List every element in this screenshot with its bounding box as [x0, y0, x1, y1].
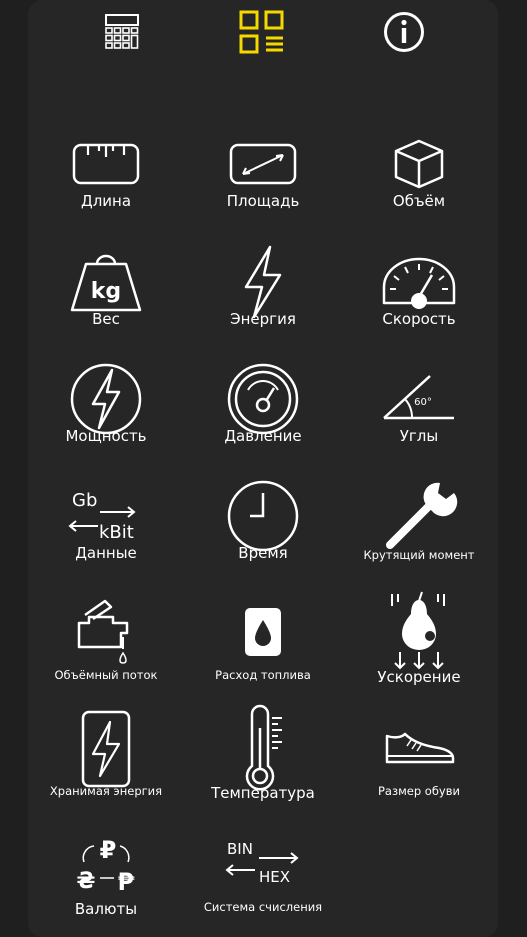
- category-label: Данные: [75, 544, 137, 562]
- svg-text:BIN: BIN: [227, 840, 253, 858]
- calculator-button[interactable]: [94, 8, 150, 56]
- area-icon: [229, 143, 297, 185]
- category-label: Система счисления: [203, 900, 323, 914]
- category-label: Энергия: [230, 310, 296, 328]
- category-torque[interactable]: Крутящий момент: [341, 472, 497, 588]
- speedometer-icon: [382, 257, 456, 309]
- category-label: Температура: [211, 784, 315, 802]
- thermometer-icon: [245, 704, 282, 791]
- svg-text:₴: ₴: [77, 869, 96, 894]
- category-label: Длина: [80, 192, 132, 210]
- numeral-system-icon: BIN HEX: [225, 840, 299, 886]
- svg-text:HEX: HEX: [259, 868, 290, 886]
- category-speed[interactable]: Скорость: [341, 238, 497, 354]
- currency-exchange-icon: ₽ ₴ ₱: [77, 836, 135, 896]
- grid-view-button[interactable]: [234, 8, 290, 56]
- clock-icon: [227, 480, 299, 552]
- category-energy[interactable]: Энергия: [185, 238, 341, 354]
- category-angles[interactable]: 60° Углы: [341, 355, 497, 471]
- category-weight[interactable]: kg Вес: [28, 238, 184, 354]
- category-label: Мощность: [65, 427, 147, 445]
- svg-text:₽: ₽: [100, 836, 117, 864]
- category-power[interactable]: Мощность: [28, 355, 184, 471]
- svg-text:kg: kg: [91, 279, 121, 304]
- info-icon: [384, 12, 424, 52]
- svg-text:Gb: Gb: [72, 490, 97, 511]
- category-label: Расход топлива: [215, 668, 311, 682]
- pressure-gauge-icon: [227, 363, 299, 435]
- svg-text:kBit: kBit: [99, 522, 134, 543]
- category-label: Ускорение: [377, 668, 461, 686]
- falling-pear-icon: [391, 591, 445, 670]
- weight-kg-icon: kg: [70, 254, 142, 312]
- battery-icon: [81, 710, 131, 788]
- category-pressure[interactable]: Давление: [185, 355, 341, 471]
- category-fuel-consumption[interactable]: Расход топлива: [185, 588, 341, 704]
- fuel-drop-icon: [245, 608, 281, 656]
- category-data[interactable]: Gb kBit Данные: [28, 472, 184, 588]
- category-label: Площадь: [226, 192, 300, 210]
- category-label: Скорость: [382, 310, 456, 328]
- category-label: Хранимая энергия: [49, 784, 163, 798]
- category-label: Время: [238, 544, 288, 562]
- top-toolbar: [0, 0, 527, 70]
- category-shoe-size[interactable]: Размер обуви: [341, 704, 497, 820]
- info-button[interactable]: [376, 8, 432, 56]
- category-label: Объёмный поток: [54, 668, 158, 682]
- faucet-icon: [77, 599, 129, 664]
- power-circle-icon: [70, 363, 142, 435]
- category-acceleration[interactable]: Ускорение: [341, 588, 497, 704]
- category-length[interactable]: Длина: [28, 120, 184, 236]
- category-label: Давление: [224, 427, 302, 445]
- category-label: Крутящий момент: [363, 548, 475, 562]
- angle-icon: 60°: [383, 375, 454, 420]
- svg-text:60°: 60°: [414, 397, 432, 408]
- category-temperature[interactable]: Температура: [185, 704, 341, 820]
- category-time[interactable]: Время: [185, 472, 341, 588]
- svg-text:₱: ₱: [118, 868, 135, 896]
- category-label: Размер обуви: [378, 784, 460, 798]
- ruler-icon: [72, 143, 140, 185]
- category-label: Вес: [92, 310, 120, 328]
- calculator-icon: [105, 14, 139, 49]
- category-numeral-system[interactable]: BIN HEX Система счисления: [185, 820, 341, 936]
- category-volume[interactable]: Объём: [341, 120, 497, 236]
- category-volume-flow[interactable]: Объёмный поток: [28, 588, 184, 704]
- category-label: Объём: [392, 192, 446, 210]
- category-stored-energy[interactable]: Хранимая энергия: [28, 704, 184, 820]
- cube-icon: [394, 139, 444, 189]
- category-label: Углы: [399, 427, 439, 445]
- lightning-icon: [244, 245, 282, 319]
- category-label: Валюты: [74, 900, 138, 918]
- wrench-icon: [386, 482, 458, 549]
- category-currencies[interactable]: ₽ ₴ ₱ Валюты: [28, 820, 184, 936]
- grid-list-icon: [239, 10, 284, 54]
- data-units-icon: Gb kBit: [68, 490, 136, 543]
- category-area[interactable]: Площадь: [185, 120, 341, 236]
- shoe-icon: [385, 732, 455, 764]
